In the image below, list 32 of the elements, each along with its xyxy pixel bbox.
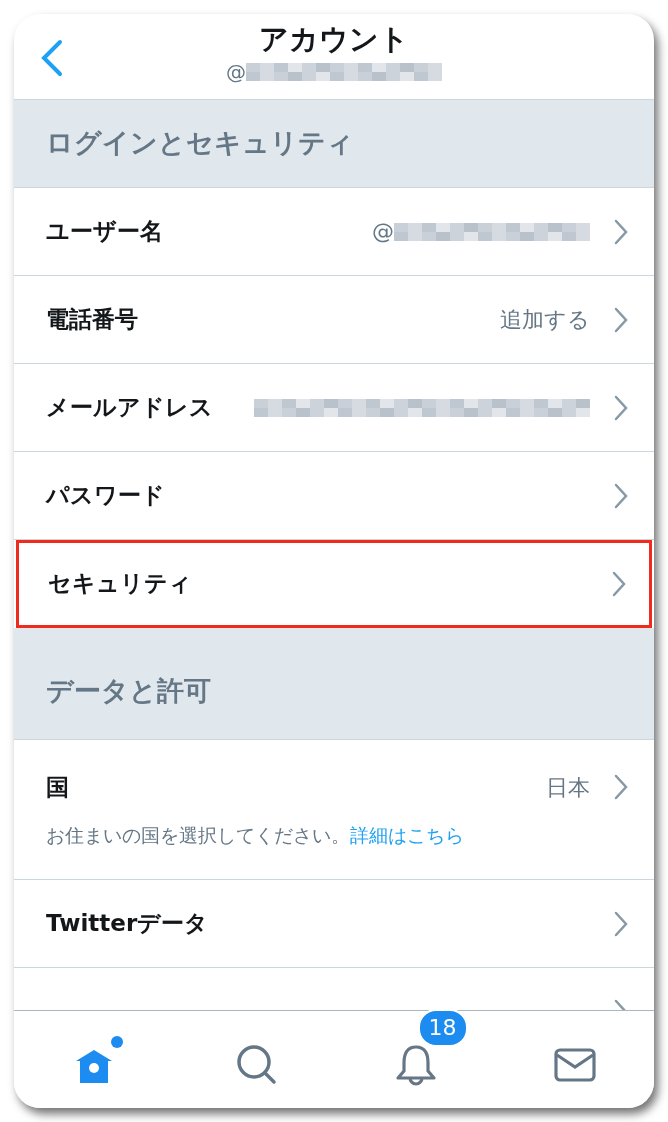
chevron-icon bbox=[614, 910, 628, 937]
item-label: Twitterデータ bbox=[46, 909, 209, 939]
list-item[interactable]: 電話番号 追加する bbox=[14, 276, 654, 364]
item-label: 電話番号 bbox=[46, 305, 138, 335]
help-text: お住まいの国を選択してください。詳細はこちら bbox=[46, 822, 465, 848]
item-value: 追加する bbox=[500, 306, 590, 334]
list-item[interactable]: ユーザー名 @ bbox=[14, 188, 654, 276]
section-header: データと許可 bbox=[14, 628, 654, 740]
item-label: パスワード bbox=[46, 481, 165, 511]
item-label: ユーザー名 bbox=[46, 217, 163, 247]
list-item[interactable]: 国 日本 お住まいの国を選択してください。詳細はこちら bbox=[14, 740, 654, 880]
list-item[interactable]: パスワード bbox=[14, 452, 654, 540]
chevron-icon bbox=[614, 394, 628, 421]
list-item[interactable]: メールアドレス bbox=[14, 364, 654, 452]
highlighted-list-item[interactable]: セキュリティ bbox=[16, 540, 652, 628]
page-title: アカウント bbox=[259, 23, 409, 56]
notification-badge: 18 bbox=[417, 1008, 468, 1047]
chevron-icon bbox=[614, 306, 628, 333]
item-value: @ bbox=[372, 218, 394, 246]
search-icon bbox=[234, 1042, 279, 1087]
item-label: セキュリティ bbox=[48, 569, 192, 599]
tab-button[interactable] bbox=[234, 1042, 279, 1087]
chevron-icon bbox=[614, 482, 628, 509]
chevron-icon bbox=[614, 218, 628, 245]
item-value: 日本 bbox=[546, 773, 590, 802]
item-label: メールアドレス bbox=[46, 393, 213, 423]
chevron-icon bbox=[614, 774, 628, 801]
chevron-icon bbox=[612, 570, 626, 597]
account-handle: @ bbox=[226, 59, 246, 87]
item-label: 国 bbox=[46, 773, 69, 802]
section-header: ログインとセキュリティ bbox=[14, 100, 654, 188]
list-item[interactable]: Twitterデータ bbox=[14, 880, 654, 968]
